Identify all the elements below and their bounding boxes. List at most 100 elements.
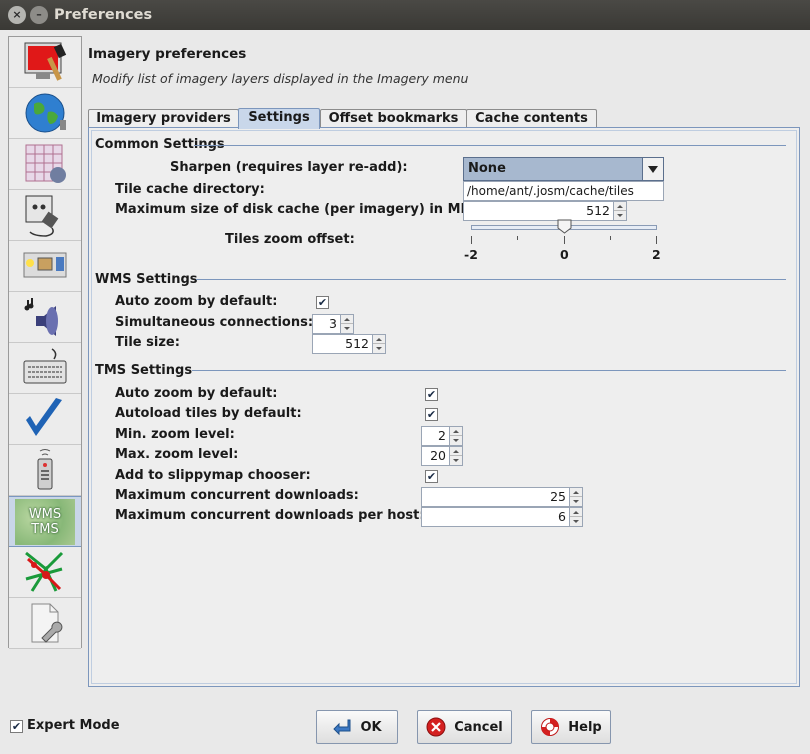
page-subtitle: Modify list of imagery layers displayed …: [92, 71, 469, 86]
autoload-tiles-checkbox[interactable]: ✔: [425, 408, 438, 421]
tile-size-spinner[interactable]: 512: [312, 334, 386, 354]
spinner-up-icon[interactable]: [450, 427, 462, 436]
spinner-down-icon[interactable]: [614, 211, 626, 220]
cancel-x-icon: [426, 717, 446, 737]
sidebar-item-toolbar[interactable]: [9, 241, 81, 292]
tile-cache-dir-label: Tile cache directory:: [115, 182, 265, 197]
wms-auto-zoom-label: Auto zoom by default:: [115, 294, 278, 309]
expert-mode-checkbox[interactable]: ✔: [10, 720, 23, 733]
projection-grid-icon: [25, 144, 66, 183]
tms-auto-zoom-label: Auto zoom by default:: [115, 386, 278, 401]
slippymap-chooser-label: Add to slippymap chooser:: [115, 468, 311, 483]
sharpen-value: None: [468, 161, 506, 176]
spinner-down-icon[interactable]: [570, 497, 582, 506]
globe-icon: [25, 93, 66, 133]
sidebar-item-remote-control[interactable]: [9, 445, 81, 496]
sidebar-item-validator[interactable]: [9, 394, 81, 445]
chevron-down-icon[interactable]: [642, 158, 663, 180]
ok-button-label: OK: [360, 719, 382, 735]
keyboard-icon: [23, 348, 67, 384]
max-concurrent-downloads-spinner[interactable]: 25: [421, 487, 583, 507]
display-paint-icon: [24, 42, 67, 81]
max-concurrent-downloads-value: 25: [550, 489, 566, 504]
close-window-button[interactable]: ×: [8, 6, 26, 24]
max-downloads-per-host-spinner[interactable]: 6: [421, 507, 583, 527]
min-zoom-spinner[interactable]: 2: [421, 426, 463, 446]
spinner-down-icon[interactable]: [373, 344, 385, 353]
spinner-down-icon[interactable]: [570, 517, 582, 526]
slider-tick: [610, 236, 611, 240]
zoom-offset-slider-thumb[interactable]: [557, 219, 572, 234]
simultaneous-connections-label: Simultaneous connections:: [115, 315, 314, 330]
tile-size-value: 512: [345, 336, 369, 351]
max-disk-cache-label: Maximum size of disk cache (per imagery)…: [115, 202, 476, 217]
tms-auto-zoom-checkbox[interactable]: ✔: [425, 388, 438, 401]
max-zoom-spinner[interactable]: 20: [421, 446, 463, 466]
spinner-up-icon[interactable]: [614, 202, 626, 211]
sidebar-item-display[interactable]: [9, 37, 81, 88]
spinner-up-icon[interactable]: [450, 447, 462, 456]
help-lifebuoy-icon: [541, 718, 560, 736]
max-downloads-per-host-value: 6: [558, 509, 566, 524]
sidebar-item-plugins[interactable]: [9, 190, 81, 241]
help-button[interactable]: Help: [531, 710, 611, 744]
max-zoom-label: Max. zoom level:: [115, 447, 239, 462]
preferences-sidebar: WMS TMS: [8, 36, 82, 649]
page-title: Imagery preferences: [88, 46, 247, 62]
min-zoom-label: Min. zoom level:: [115, 427, 235, 442]
min-zoom-value: 2: [438, 428, 446, 443]
tab-settings[interactable]: Settings: [238, 108, 320, 129]
slider-tick-label-min: -2: [464, 247, 478, 262]
max-concurrent-downloads-label: Maximum concurrent downloads:: [115, 488, 359, 503]
sidebar-item-audio[interactable]: [9, 292, 81, 343]
spinner-down-icon[interactable]: [450, 456, 462, 465]
sidebar-item-map-paint[interactable]: [9, 547, 81, 598]
slider-tick: [471, 236, 472, 244]
slippymap-chooser-checkbox[interactable]: ✔: [425, 470, 438, 483]
simultaneous-connections-spinner[interactable]: 3: [312, 314, 354, 334]
slider-tick-label-mid: 0: [560, 247, 569, 262]
tab-cache-contents[interactable]: Cache contents: [466, 109, 597, 128]
wms-settings-title: WMS Settings: [95, 272, 198, 287]
ok-button[interactable]: OK: [316, 710, 398, 744]
wms-tms-icon: WMS TMS: [15, 498, 75, 545]
tab-imagery-providers[interactable]: Imagery providers: [88, 109, 239, 128]
spinner-down-icon[interactable]: [341, 324, 353, 333]
spinner-down-icon[interactable]: [450, 436, 462, 445]
tiles-zoom-offset-label: Tiles zoom offset:: [225, 232, 355, 247]
wms-auto-zoom-checkbox[interactable]: ✔: [316, 296, 329, 309]
slider-tick: [564, 236, 565, 244]
tab-offset-bookmarks[interactable]: Offset bookmarks: [320, 109, 467, 128]
speaker-icon: [24, 298, 58, 336]
slider-tick-label-max: 2: [652, 247, 661, 262]
sidebar-item-imagery[interactable]: WMS TMS: [9, 496, 81, 547]
spinner-up-icon[interactable]: [570, 508, 582, 517]
help-button-label: Help: [568, 719, 602, 735]
slider-tick: [517, 236, 518, 240]
spinner-up-icon[interactable]: [373, 335, 385, 344]
max-downloads-per-host-label: Maximum concurrent downloads per host:: [115, 508, 425, 523]
minimize-window-button[interactable]: –: [30, 6, 48, 24]
sidebar-item-projection[interactable]: [9, 139, 81, 190]
spinner-up-icon[interactable]: [341, 315, 353, 324]
wms-settings-divider: [196, 279, 786, 280]
sharpen-select[interactable]: None: [463, 157, 664, 181]
autoload-tiles-label: Autoload tiles by default:: [115, 406, 302, 421]
sidebar-item-connection[interactable]: [9, 88, 81, 139]
spinner-up-icon[interactable]: [570, 488, 582, 497]
map-lines-icon: [25, 551, 64, 592]
sidebar-item-shortcuts[interactable]: [9, 343, 81, 394]
tile-size-label: Tile size:: [115, 335, 180, 350]
tile-cache-dir-field[interactable]: /home/ant/.josm/cache/tiles: [463, 181, 664, 201]
expert-mode-label: Expert Mode: [27, 718, 120, 733]
cancel-button-label: Cancel: [454, 719, 503, 735]
power-plug-icon: [25, 195, 59, 237]
max-disk-cache-spinner[interactable]: 512: [463, 201, 627, 221]
sharpen-label: Sharpen (requires layer re-add):: [170, 160, 408, 175]
checkmark-validator-icon: [26, 398, 62, 436]
simultaneous-connections-value: 3: [329, 316, 337, 331]
ok-arrow-icon: [333, 719, 351, 736]
cancel-button[interactable]: Cancel: [417, 710, 512, 744]
tms-settings-divider: [192, 370, 786, 371]
sidebar-item-advanced[interactable]: [9, 598, 81, 649]
